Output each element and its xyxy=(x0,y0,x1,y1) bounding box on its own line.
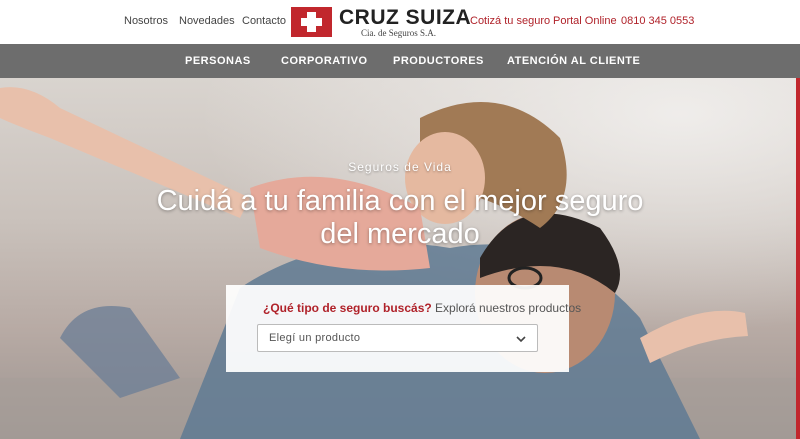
search-prompt: ¿Qué tipo de seguro buscás? Explorá nues… xyxy=(263,301,581,315)
swiss-cross-icon xyxy=(291,7,332,37)
product-select-value: Elegí un producto xyxy=(269,332,361,344)
nav-link-novedades[interactable]: Novedades xyxy=(179,15,235,27)
portal-online-link[interactable]: Portal Online xyxy=(553,15,617,27)
hero-photo xyxy=(0,78,800,439)
cotiza-tu-seguro-link[interactable]: Cotizá tu seguro xyxy=(470,15,550,27)
hero-banner: Seguros de Vida Cuidá a tu familia con e… xyxy=(0,78,800,439)
brand-logo[interactable]: CRUZ SUIZA Cia. de Seguros S.A. xyxy=(291,6,471,38)
main-nav-productores[interactable]: PRODUCTORES xyxy=(393,55,484,67)
product-select[interactable]: Elegí un producto xyxy=(257,324,538,352)
hero-kicker: Seguros de Vida xyxy=(348,160,452,174)
search-question-rest: Explorá nuestros productos xyxy=(431,301,582,315)
scroll-indicator[interactable] xyxy=(796,78,800,439)
chevron-down-icon xyxy=(516,336,526,343)
top-header: Nosotros Novedades Contacto CRUZ SUIZA C… xyxy=(0,0,800,44)
product-search-card: ¿Qué tipo de seguro buscás? Explorá nues… xyxy=(226,285,581,372)
logo-name: CRUZ SUIZA xyxy=(339,6,472,29)
hero-headline: Cuidá a tu familia con el mejor seguro d… xyxy=(156,185,644,250)
main-nav: PERSONAS CORPORATIVO PRODUCTORES ATENCIÓ… xyxy=(0,44,800,78)
main-nav-corporativo[interactable]: CORPORATIVO xyxy=(281,55,368,67)
logo-subtitle: Cia. de Seguros S.A. xyxy=(361,28,436,38)
phone-link[interactable]: 0810 345 0553 xyxy=(621,15,694,27)
main-nav-personas[interactable]: PERSONAS xyxy=(185,55,251,67)
nav-link-contacto[interactable]: Contacto xyxy=(242,15,286,27)
search-question: ¿Qué tipo de seguro buscás? xyxy=(263,301,432,315)
main-nav-atencion-al-cliente[interactable]: ATENCIÓN AL CLIENTE xyxy=(507,55,640,67)
nav-link-nosotros[interactable]: Nosotros xyxy=(124,15,168,27)
